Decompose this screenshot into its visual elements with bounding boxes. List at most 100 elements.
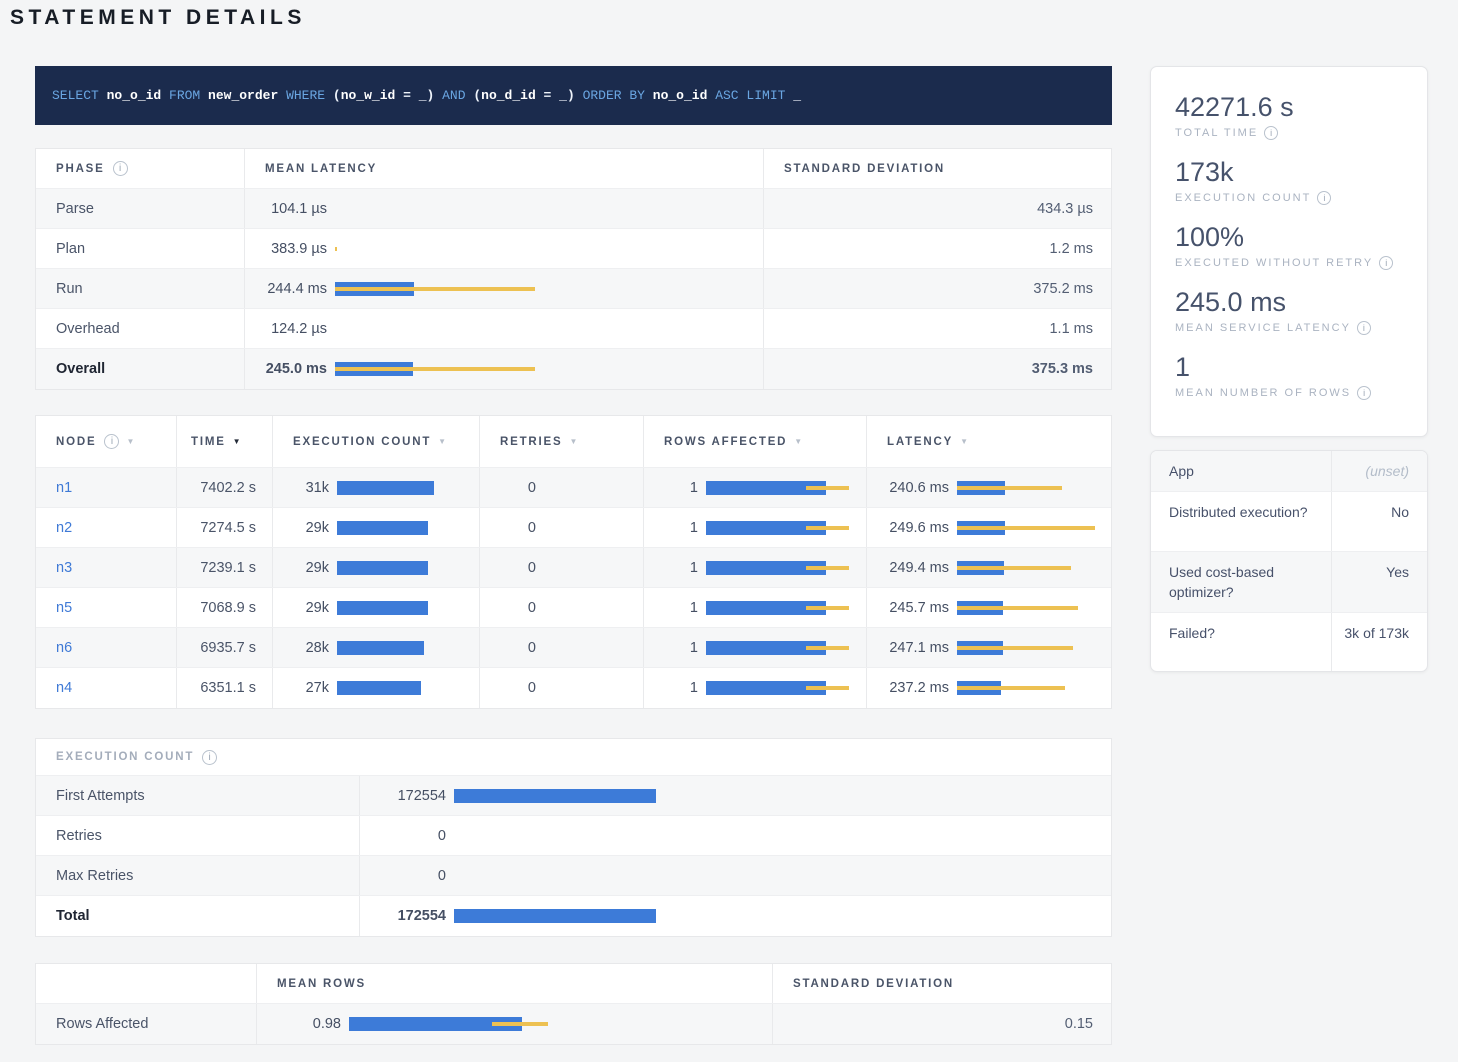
retries-value: 0	[480, 520, 536, 536]
mean-latency-value: 104.1 µs	[245, 201, 327, 217]
table-row: Retries 0	[36, 816, 1111, 856]
std-dev-value: 0.15	[773, 1004, 1113, 1044]
node-link[interactable]: n3	[36, 560, 72, 576]
mean-rows-value: 0.98	[257, 1016, 341, 1032]
latency-bar	[957, 641, 1113, 655]
mean-latency-column-header: MEAN LATENCY	[245, 149, 764, 188]
rows-affected-value: 1	[644, 680, 698, 696]
rows-affected-column-header[interactable]: ROWS AFFECTED▼	[644, 416, 867, 467]
exec-count-bar	[454, 869, 1113, 883]
phase-label: Overhead	[36, 309, 245, 348]
rows-affected-bar	[706, 521, 866, 535]
sort-arrow-icon[interactable]: ▼	[960, 437, 970, 446]
stat-value: 173k	[1175, 156, 1403, 188]
exec-count-value: 29k	[273, 600, 329, 616]
execution-count-table: EXECUTION COUNTi First Attempts 172554 R…	[35, 738, 1112, 937]
std-dev-value: 434.3 µs	[764, 189, 1113, 228]
list-item: App (unset)	[1151, 451, 1427, 492]
retries-value: 0	[480, 680, 536, 696]
stat-executed-without-retry: 100% EXECUTED WITHOUT RETRYi	[1175, 221, 1403, 270]
std-dev-value: 1.1 ms	[764, 309, 1113, 348]
latency-value: 245.7 ms	[867, 600, 949, 616]
stat-label: MEAN SERVICE LATENCY	[1175, 322, 1351, 334]
time-value: 7402.2 s	[177, 468, 273, 507]
table-row: Plan 383.9 µs 1.2 ms	[36, 229, 1111, 269]
time-column-header[interactable]: TIME▼	[177, 416, 273, 467]
rows-affected-value: 1	[644, 560, 698, 576]
table-row: n5 7068.9 s 29k 0 1 245.7 ms	[36, 588, 1111, 628]
info-icon[interactable]: i	[113, 161, 128, 176]
table-row: n1 7402.2 s 31k 0 1 240.6 ms	[36, 468, 1111, 508]
attribute-label: App	[1151, 451, 1331, 491]
latency-bar	[957, 561, 1113, 575]
sort-arrow-icon[interactable]: ▼	[438, 437, 448, 446]
node-link[interactable]: n5	[36, 600, 72, 616]
info-icon[interactable]: i	[104, 434, 119, 449]
exec-count-bar	[337, 521, 479, 535]
sql-statement-text: SELECT no_o_id FROM new_order WHERE (no_…	[52, 88, 801, 103]
info-icon[interactable]: i	[1379, 256, 1393, 270]
stat-value: 42271.6 s	[1175, 91, 1403, 123]
mean-rows-column-header: MEAN ROWS	[257, 964, 773, 1003]
node-link[interactable]: n4	[36, 680, 72, 696]
exec-count-bar	[337, 601, 479, 615]
page-title: STATEMENT DETAILS	[10, 6, 306, 30]
latency-value: 237.2 ms	[867, 680, 949, 696]
exec-count-bar	[454, 789, 1113, 803]
node-link[interactable]: n1	[36, 480, 72, 496]
phase-label: Plan	[36, 229, 245, 268]
stat-mean-service-latency: 245.0 ms MEAN SERVICE LATENCYi	[1175, 286, 1403, 335]
phase-label: Run	[36, 269, 245, 308]
sort-arrow-icon[interactable]: ▼	[794, 437, 804, 446]
sort-arrow-icon[interactable]: ▼	[569, 437, 579, 446]
exec-count-value: 29k	[273, 520, 329, 536]
execution-count-column-header[interactable]: EXECUTION COUNT▼	[273, 416, 480, 467]
info-icon[interactable]: i	[1357, 321, 1371, 335]
mean-latency-value: 383.9 µs	[245, 241, 327, 257]
exec-row-value: 172554	[360, 788, 446, 804]
phase-label: Parse	[36, 189, 245, 228]
node-column-header[interactable]: NODEi▼	[36, 416, 177, 467]
std-dev-value: 1.2 ms	[764, 229, 1113, 268]
latency-bar	[957, 521, 1113, 535]
info-icon[interactable]: i	[1317, 191, 1331, 205]
table-row: n4 6351.1 s 27k 0 1 237.2 ms	[36, 668, 1111, 708]
mean-latency-value: 244.4 ms	[245, 281, 327, 297]
list-item: Distributed execution? No	[1151, 492, 1427, 552]
retries-value: 0	[480, 640, 536, 656]
mean-rows-bar	[349, 1017, 772, 1031]
exec-count-bar	[337, 481, 479, 495]
node-link[interactable]: n2	[36, 520, 72, 536]
exec-count-bar	[454, 909, 1113, 923]
exec-row-label: Total	[36, 896, 360, 936]
rows-affected-bar	[706, 561, 866, 575]
table-row: Total 172554	[36, 896, 1111, 936]
phase-table: PHASEi MEAN LATENCY STANDARD DEVIATION P…	[35, 148, 1112, 390]
list-item: Used cost-based optimizer? Yes	[1151, 552, 1427, 613]
stat-execution-count: 173k EXECUTION COUNTi	[1175, 156, 1403, 205]
info-icon[interactable]: i	[202, 750, 217, 765]
rows-affected-bar	[706, 481, 866, 495]
latency-column-header[interactable]: LATENCY▼	[867, 416, 1113, 467]
phase-column-header: PHASEi	[36, 149, 245, 188]
stat-value: 100%	[1175, 221, 1403, 253]
exec-row-value: 0	[360, 868, 446, 884]
mean-latency-value: 124.2 µs	[245, 321, 327, 337]
exec-count-bar	[337, 641, 479, 655]
exec-count-bar	[337, 561, 479, 575]
rows-affected-value: 1	[644, 520, 698, 536]
latency-bar	[957, 681, 1113, 695]
info-icon[interactable]: i	[1264, 126, 1278, 140]
table-row: Rows Affected 0.98 0.15	[36, 1004, 1111, 1044]
latency-value: 249.4 ms	[867, 560, 949, 576]
sort-arrow-icon[interactable]: ▼	[233, 437, 243, 446]
phase-label: Overall	[36, 349, 245, 389]
node-link[interactable]: n6	[36, 640, 72, 656]
std-dev-value: 375.2 ms	[764, 269, 1113, 308]
sort-arrow-icon[interactable]: ▼	[126, 437, 136, 446]
info-icon[interactable]: i	[1357, 386, 1371, 400]
retries-column-header[interactable]: RETRIES▼	[480, 416, 644, 467]
rows-affected-bar	[706, 601, 866, 615]
mean-latency-value: 245.0 ms	[245, 361, 327, 377]
table-row: n2 7274.5 s 29k 0 1 249.6 ms	[36, 508, 1111, 548]
